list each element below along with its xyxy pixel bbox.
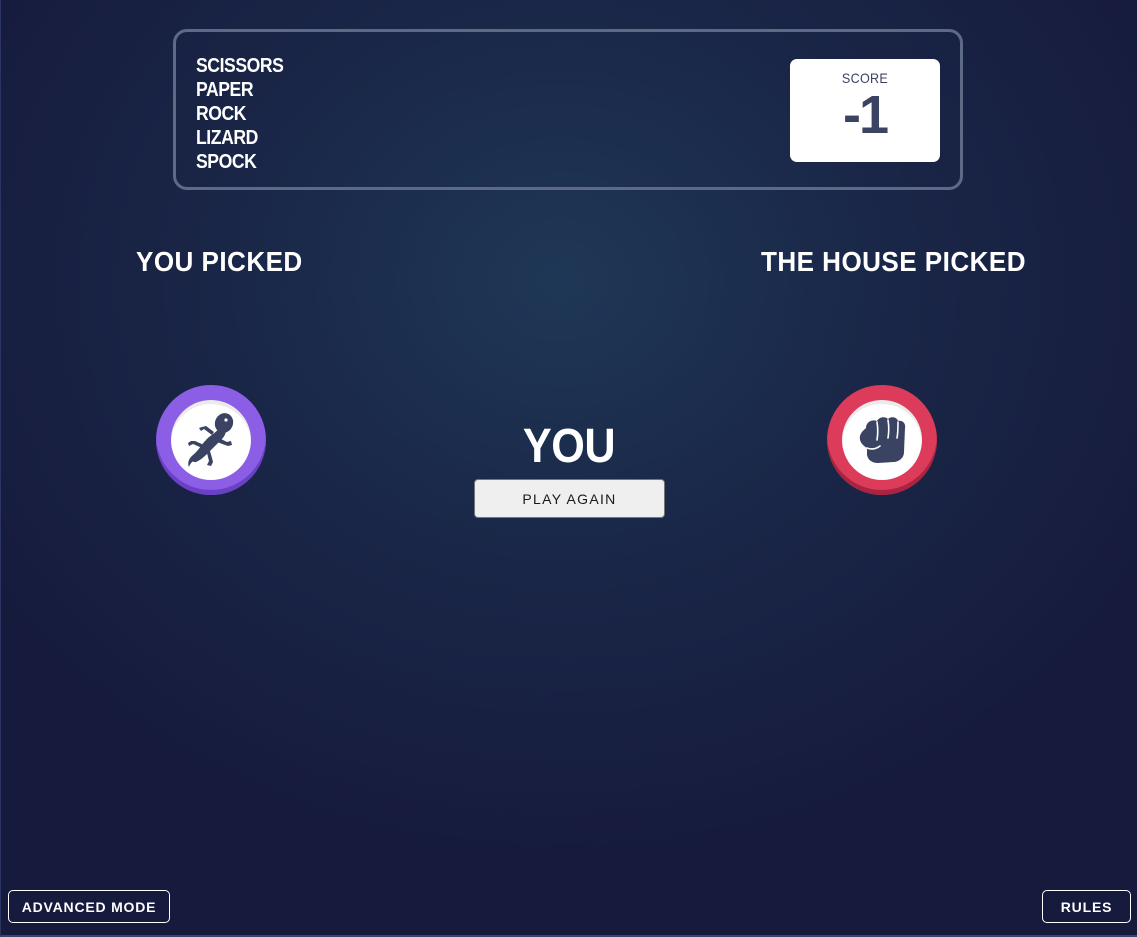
user-pick-inner (171, 400, 251, 480)
lizard-icon (188, 413, 234, 467)
title-lizard: LIZARD (196, 127, 258, 149)
advanced-mode-button[interactable]: ADVANCED MODE (8, 890, 170, 923)
user-pick-token (156, 385, 266, 495)
game-title-list: SCISSORS PAPER ROCK LIZARD SPOCK (196, 54, 295, 174)
play-again-button[interactable]: PLAY AGAIN (474, 479, 665, 518)
title-scissors: SCISSORS (196, 55, 284, 77)
house-pick-token (827, 385, 937, 495)
title-spock: SPOCK (196, 151, 257, 173)
score-header: SCISSORS PAPER ROCK LIZARD SPOCK SCORE -… (173, 29, 963, 190)
house-picked-heading: THE HOUSE PICKED (761, 246, 1026, 277)
title-rock: ROCK (196, 103, 247, 125)
rock-fist-icon (859, 417, 906, 463)
score-box: SCORE -1 (790, 59, 940, 162)
score-value: -1 (842, 85, 889, 145)
house-pick-inner (842, 400, 922, 480)
title-paper: PAPER (196, 79, 254, 101)
user-picked-heading: YOU PICKED (136, 246, 303, 277)
score-label: SCORE (841, 70, 889, 86)
rules-button[interactable]: RULES (1042, 890, 1131, 923)
